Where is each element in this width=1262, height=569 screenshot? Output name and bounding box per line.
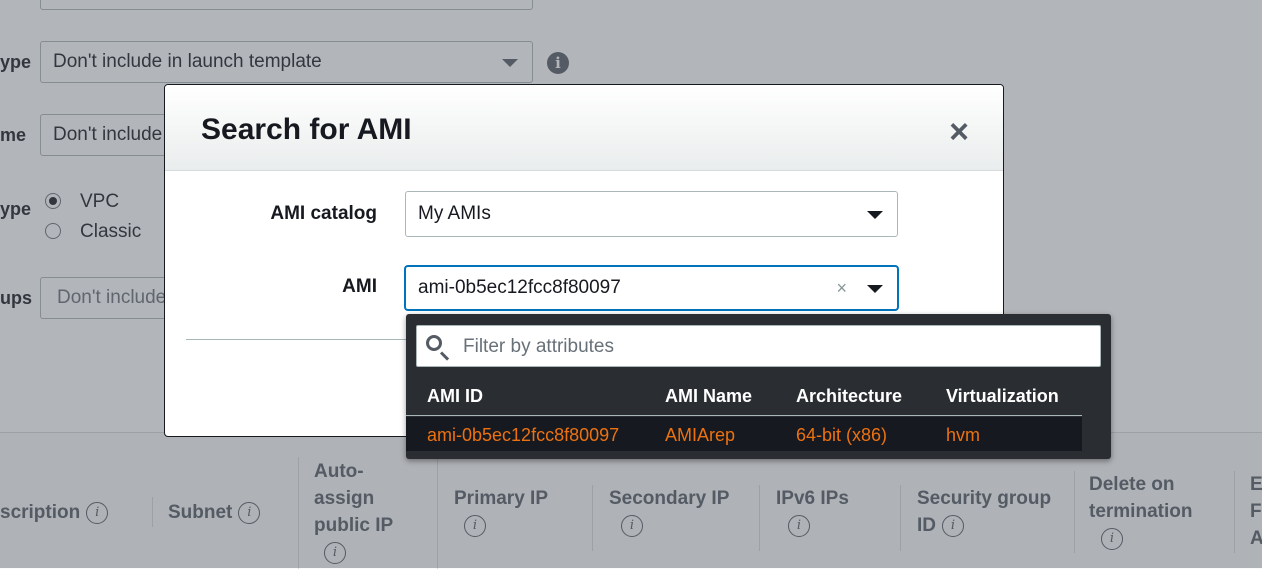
ami-id-cell: ami-0b5ec12fcc8f80097 — [427, 425, 620, 445]
ami-catalog-select[interactable]: My AMIs — [405, 191, 898, 237]
ami-select-value: ami-0b5ec12fcc8f80097 — [418, 277, 621, 298]
virtualization-cell: hvm — [946, 425, 981, 445]
ami-option-row[interactable]: ami-0b5ec12fcc8f80097 AMIArep 64-bit (x8… — [406, 417, 1082, 451]
ami-catalog-value: My AMIs — [418, 203, 491, 224]
filter-input[interactable] — [461, 326, 1085, 368]
col-header-virtualization: Virtualization — [946, 386, 1059, 406]
ami-select[interactable]: ami-0b5ec12fcc8f80097 × — [405, 266, 898, 310]
architecture-cell: 64-bit (x86) — [796, 425, 888, 445]
dialog-title: Search for AMI — [201, 113, 412, 146]
col-header-architecture: Architecture — [796, 386, 903, 406]
close-icon[interactable]: × — [949, 115, 969, 149]
chevron-down-icon — [867, 285, 883, 293]
col-header-ami-id: AMI ID — [427, 386, 483, 406]
header-divider — [406, 415, 1082, 416]
ami-label: AMI — [342, 276, 377, 297]
search-icon — [426, 335, 442, 351]
ami-name-cell: AMIArep — [665, 425, 736, 445]
ami-catalog-label: AMI catalog — [270, 203, 377, 224]
filter-box — [416, 325, 1101, 368]
dialog-header: Search for AMI × — [165, 85, 1003, 171]
ami-dropdown: AMI ID AMI Name Architecture Virtualizat… — [406, 314, 1111, 459]
chevron-down-icon — [867, 211, 883, 219]
col-header-ami-name: AMI Name — [665, 386, 753, 406]
clear-icon[interactable]: × — [836, 267, 847, 309]
